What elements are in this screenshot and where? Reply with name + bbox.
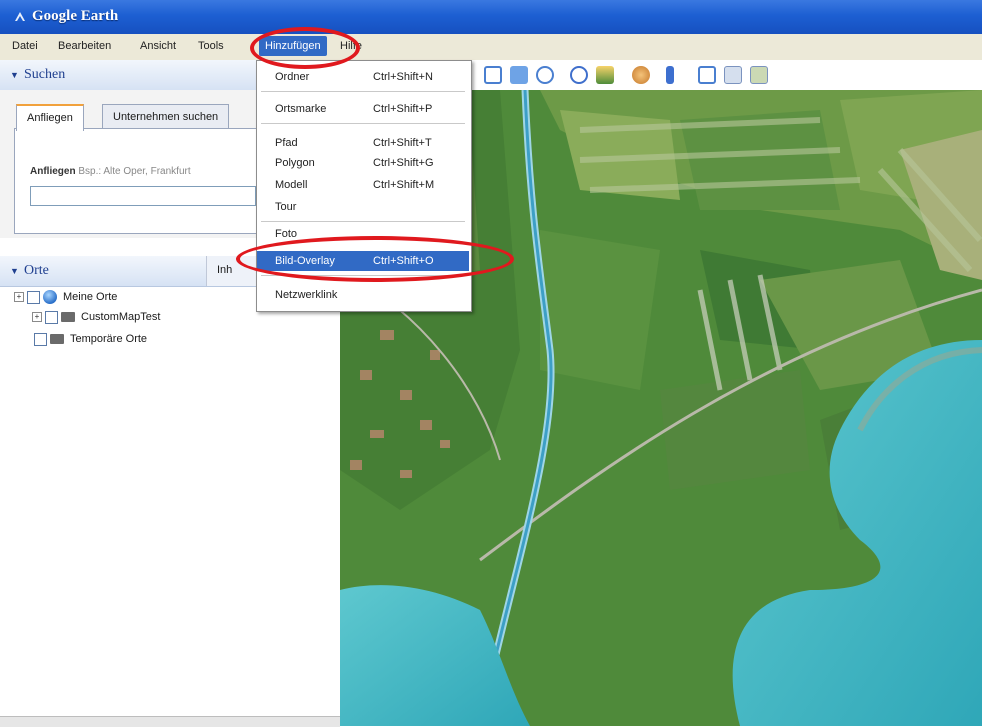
window-title: Google Earth [32, 8, 119, 24]
menu-ansicht[interactable]: Ansicht [140, 40, 176, 52]
menu-item-tour[interactable]: Tour [257, 197, 469, 217]
menu-item-label: Ortsmarke [275, 103, 327, 115]
tree-item-meine-orte[interactable]: + Meine Orte [14, 288, 117, 306]
hinzufuegen-dropdown-menu: Ordner Ctrl+Shift+N Ortsmarke Ctrl+Shift… [256, 60, 472, 312]
tab-unternehmen-suchen[interactable]: Unternehmen suchen [102, 104, 230, 129]
menu-item-shortcut: Ctrl+Shift+N [373, 71, 433, 83]
expand-icon[interactable]: + [32, 312, 42, 323]
menu-item-shortcut: Ctrl+Shift+O [373, 255, 434, 267]
menu-item-label: Bild-Overlay [275, 255, 335, 267]
search-panel-title: Suchen [24, 67, 66, 82]
menu-separator [261, 91, 465, 92]
menu-item-shortcut: Ctrl+Shift+P [373, 103, 433, 115]
tree-item-label: CustomMapTest [81, 311, 161, 323]
tab-anfliegen[interactable]: Anfliegen [16, 104, 84, 131]
window-titlebar: Google Earth [0, 0, 982, 34]
menu-bearbeiten[interactable]: Bearbeiten [58, 40, 111, 52]
collapse-triangle-icon[interactable]: ▼ [10, 266, 19, 276]
ruler-icon[interactable] [666, 66, 674, 84]
places-extra-tab-label: Inh [217, 264, 233, 276]
sidebar-bottom-bar [0, 716, 340, 727]
tree-item-label: Temporäre Orte [70, 333, 148, 345]
polygon-icon[interactable] [510, 66, 528, 84]
menu-item-label: Polygon [275, 157, 315, 169]
menu-item-label: Pfad [275, 137, 298, 149]
print-icon[interactable] [724, 66, 742, 84]
menu-tools[interactable]: Tools [198, 40, 224, 52]
menu-item-shortcut: Ctrl+Shift+T [373, 137, 432, 149]
menu-item-netzwerklink[interactable]: Netzwerklink [257, 285, 469, 305]
checkbox[interactable] [34, 332, 47, 346]
menu-item-label: Netzwerklink [275, 289, 338, 301]
menu-datei[interactable]: Datei [12, 40, 38, 52]
menu-item-label: Modell [275, 179, 308, 191]
menu-separator [261, 221, 465, 222]
search-input[interactable] [30, 186, 256, 206]
menu-item-bild-overlay[interactable]: Bild-Overlay Ctrl+Shift+O [257, 251, 469, 271]
folder-icon [50, 334, 64, 345]
menu-separator [261, 275, 465, 276]
tree-item-label: Meine Orte [63, 291, 118, 303]
menu-item-pfad[interactable]: Pfad Ctrl+Shift+T [257, 133, 469, 153]
globe-icon [43, 290, 57, 305]
expand-icon[interactable]: + [14, 292, 24, 303]
tree-item-custommaptest[interactable]: + CustomMapTest [32, 308, 160, 326]
checkbox[interactable] [45, 310, 58, 324]
menu-item-label: Foto [275, 228, 298, 240]
checkbox[interactable] [27, 290, 40, 304]
menu-item-shortcut: Ctrl+Shift+M [373, 179, 435, 191]
menu-item-label: Tour [275, 201, 297, 213]
menu-item-ordner[interactable]: Ordner Ctrl+Shift+N [257, 67, 469, 87]
map-view-icon[interactable] [750, 66, 768, 84]
search-hint-label: Anfliegen [30, 166, 76, 177]
search-hint-example: Bsp.: Alte Oper, Frankfurt [78, 166, 191, 177]
planet-icon[interactable] [632, 66, 650, 84]
email-icon[interactable] [698, 66, 716, 84]
history-icon[interactable] [570, 66, 588, 84]
placemark-icon[interactable] [484, 66, 502, 84]
search-tab-content [14, 128, 266, 234]
google-earth-logo-icon [15, 12, 25, 21]
sun-icon[interactable] [596, 66, 614, 84]
menu-hilfe[interactable]: Hilfe [340, 40, 362, 52]
menu-separator [261, 123, 465, 124]
menu-item-label: Ordner [275, 71, 310, 83]
menu-item-polygon[interactable]: Polygon Ctrl+Shift+G [257, 153, 469, 173]
menu-item-ortsmarke[interactable]: Ortsmarke Ctrl+Shift+P [257, 99, 469, 119]
tree-item-temporaere-orte[interactable]: Temporäre Orte [34, 330, 147, 348]
places-panel-title: Orte [24, 263, 49, 278]
folder-icon [61, 312, 75, 323]
collapse-triangle-icon[interactable]: ▼ [10, 70, 19, 80]
search-hint: Anfliegen Bsp.: Alte Oper, Frankfurt [30, 166, 191, 177]
menu-hinzufuegen[interactable]: Hinzufügen [259, 36, 327, 56]
path-icon[interactable] [536, 66, 554, 84]
menu-item-shortcut: Ctrl+Shift+G [373, 157, 434, 169]
menu-item-modell[interactable]: Modell Ctrl+Shift+M [257, 175, 469, 195]
menubar: Datei Bearbeiten Ansicht Tools Hinzufüge… [0, 34, 982, 61]
menu-item-foto[interactable]: Foto [257, 227, 469, 241]
